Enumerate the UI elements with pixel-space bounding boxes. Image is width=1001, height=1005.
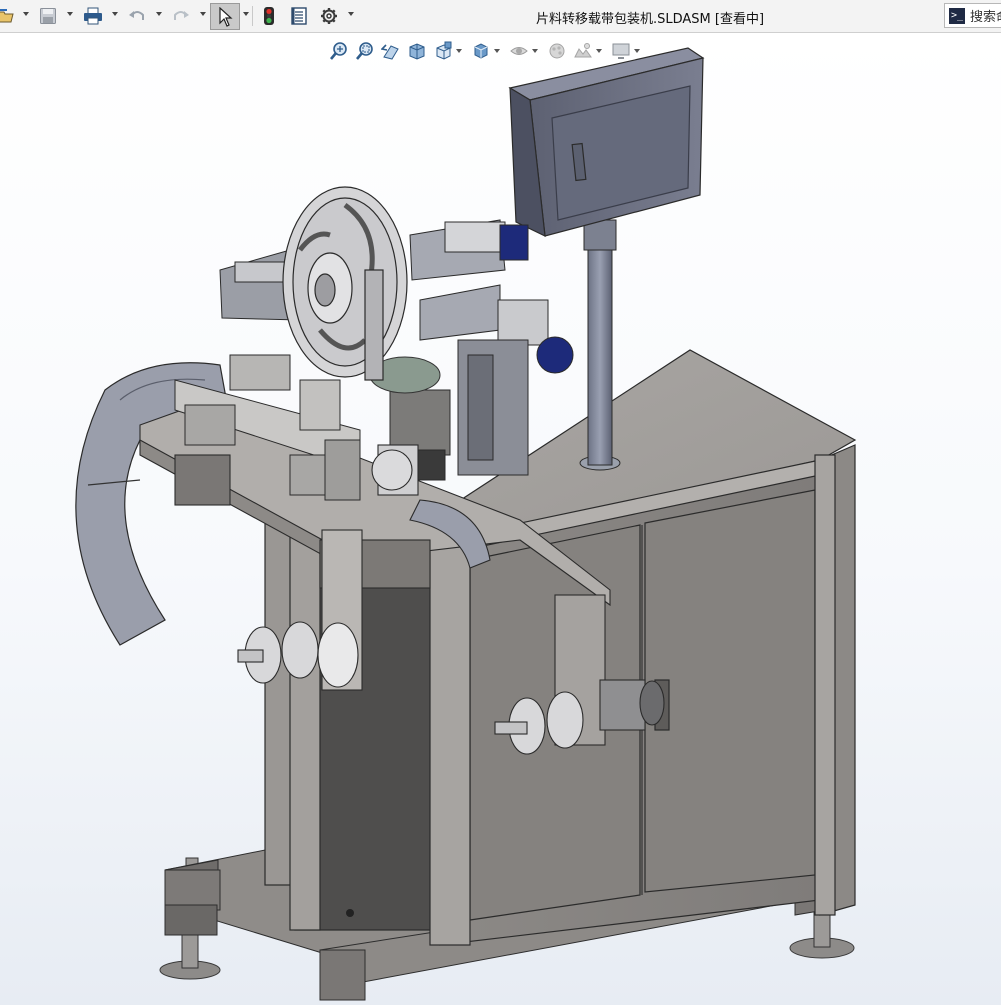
save-dropdown-icon[interactable] (67, 12, 73, 16)
save-icon[interactable] (37, 4, 59, 28)
undo-icon[interactable] (126, 4, 148, 28)
options-gear-icon[interactable] (317, 4, 341, 28)
tape-reel (282, 186, 408, 381)
undo-dropdown-icon[interactable] (156, 12, 162, 16)
print-dropdown-icon[interactable] (112, 12, 118, 16)
redo-icon[interactable] (170, 4, 192, 28)
frame-hole (346, 909, 354, 917)
redo-dropdown-icon[interactable] (200, 12, 206, 16)
open-dropdown-icon[interactable] (23, 12, 29, 16)
file-properties-icon[interactable] (287, 4, 311, 28)
document-title: 片料转移载带包装机.SLDASM [查看中] (535, 12, 765, 27)
toolbar-separator (252, 6, 253, 26)
main-toolbar: 片料转移载带包装机.SLDASM [查看中] >_ 搜索命 (0, 0, 1001, 33)
graphics-viewport[interactable] (0, 34, 1001, 1005)
open-icon[interactable] (0, 4, 16, 28)
assembly-model-render[interactable] (0, 34, 1001, 1005)
options-dropdown-icon[interactable] (348, 12, 354, 16)
search-commands-box[interactable]: >_ 搜索命 (944, 3, 1001, 28)
print-icon[interactable] (81, 4, 105, 28)
search-label: 搜索命 (970, 10, 1001, 25)
rebuild-traffic-light-icon[interactable] (259, 4, 279, 28)
select-dropdown-icon[interactable] (243, 12, 249, 16)
command-prompt-icon: >_ (949, 7, 965, 24)
select-pointer-icon[interactable] (210, 3, 240, 30)
electrical-control-box (508, 47, 705, 238)
